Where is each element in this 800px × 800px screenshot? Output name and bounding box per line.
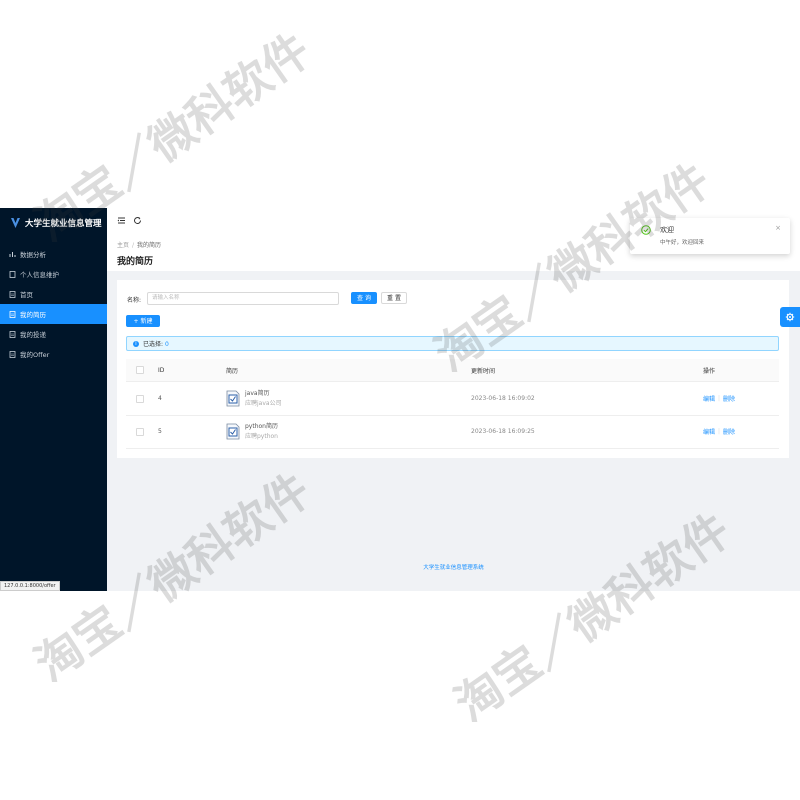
resume-name: python简历 (245, 422, 278, 430)
col-actions: 操作 (703, 367, 716, 375)
col-updated: 更新时间 (471, 367, 496, 375)
sidebar-item-my-offer[interactable]: 我的Offer (0, 344, 107, 364)
sidebar-item-label: 我的Offer (20, 351, 50, 359)
edit-link[interactable]: 编辑 (703, 427, 715, 436)
notification-title: 欢迎 (660, 226, 674, 234)
welcome-notification: 欢迎 中午好，欢迎回来 × (630, 218, 790, 254)
select-all-checkbox[interactable] (136, 366, 144, 374)
edit-link[interactable]: 编辑 (703, 394, 715, 403)
row-checkbox[interactable] (136, 394, 144, 403)
card-content: 名称: 请输入名称 查 询 重 置 + 新建 i 已选择: 0 ID 简历 更新… (117, 208, 789, 591)
notification-desc: 中午好，欢迎回来 (660, 240, 705, 246)
resume-file-icon (226, 423, 240, 440)
col-resume: 简历 (226, 367, 239, 375)
resume-file-icon (226, 390, 240, 407)
row-checkbox[interactable] (136, 427, 144, 436)
close-icon[interactable]: × (775, 224, 781, 232)
new-button[interactable]: + 新建 (126, 315, 160, 327)
selection-label: 已选择: (143, 341, 164, 348)
doc-icon (9, 330, 16, 338)
info-icon: i (133, 341, 139, 347)
sidebar-item-profile[interactable]: 个人信息维护 (0, 264, 107, 284)
sidebar-item-label: 个人信息维护 (20, 271, 59, 279)
table-row: 4 java简历 应聘java公司 2023-06-18 16:09:02 编辑… (126, 382, 779, 416)
row-updated: 2023-06-18 16:09:25 (471, 428, 535, 435)
resume-name: java简历 (245, 389, 270, 397)
sidebar-item-my-resume[interactable]: 我的简历 (0, 304, 107, 324)
resume-subtitle: 应聘java公司 (245, 399, 282, 407)
action-divider: | (718, 428, 721, 435)
delete-link[interactable]: 删除 (723, 394, 735, 403)
doc-icon (9, 310, 16, 318)
user-icon (9, 270, 16, 278)
doc-icon (9, 350, 16, 358)
sidebar-item-label: 数据分析 (20, 251, 46, 259)
sidebar-item-my-applications[interactable]: 我的投递 (0, 324, 107, 344)
row-id: 4 (158, 395, 162, 402)
gear-icon (785, 312, 795, 322)
selection-count: 0 (164, 341, 169, 348)
chart-icon (9, 251, 16, 257)
sidebar-item-label: 我的投递 (20, 331, 46, 339)
status-bar-url: 127.0.0.1:8000/offer (0, 581, 60, 591)
row-updated: 2023-06-18 16:09:02 (471, 395, 535, 402)
action-divider: | (718, 395, 721, 402)
selection-alert: i 已选择: 0 (126, 336, 779, 351)
row-id: 5 (158, 428, 162, 435)
sidebar: 大学生就业信息管理 数据分析 个人信息维护 首页 我的简历 我的投递 我的Off… (0, 208, 107, 591)
query-button[interactable]: 查 询 (351, 292, 377, 304)
sidebar-item-label: 我的简历 (20, 311, 46, 319)
brand: 大学生就业信息管理 (0, 208, 107, 238)
table-header: ID 简历 更新时间 操作 (126, 359, 779, 382)
sidebar-item-data-analysis[interactable]: 数据分析 (0, 244, 107, 264)
footer-text: 大学生就业信息管理系统 (423, 565, 484, 571)
search-label: 名称: (127, 297, 142, 304)
search-input[interactable]: 请输入名称 (147, 292, 339, 305)
delete-link[interactable]: 删除 (723, 427, 735, 436)
check-circle-icon (641, 225, 651, 235)
sidebar-item-home[interactable]: 首页 (0, 284, 107, 304)
reset-button[interactable]: 重 置 (381, 292, 407, 304)
sidebar-item-label: 首页 (20, 291, 33, 299)
resume-subtitle: 应聘python (245, 432, 278, 440)
app-title: 大学生就业信息管理 (25, 219, 102, 229)
table-row: 5 python简历 应聘python 2023-06-18 16:09:25 … (126, 415, 779, 449)
app-window: 大学生就业信息管理 数据分析 个人信息维护 首页 我的简历 我的投递 我的Off… (0, 208, 800, 591)
col-id: ID (158, 366, 165, 374)
settings-drawer-button[interactable] (780, 307, 800, 327)
doc-icon (9, 290, 16, 298)
logo-icon (11, 218, 20, 228)
